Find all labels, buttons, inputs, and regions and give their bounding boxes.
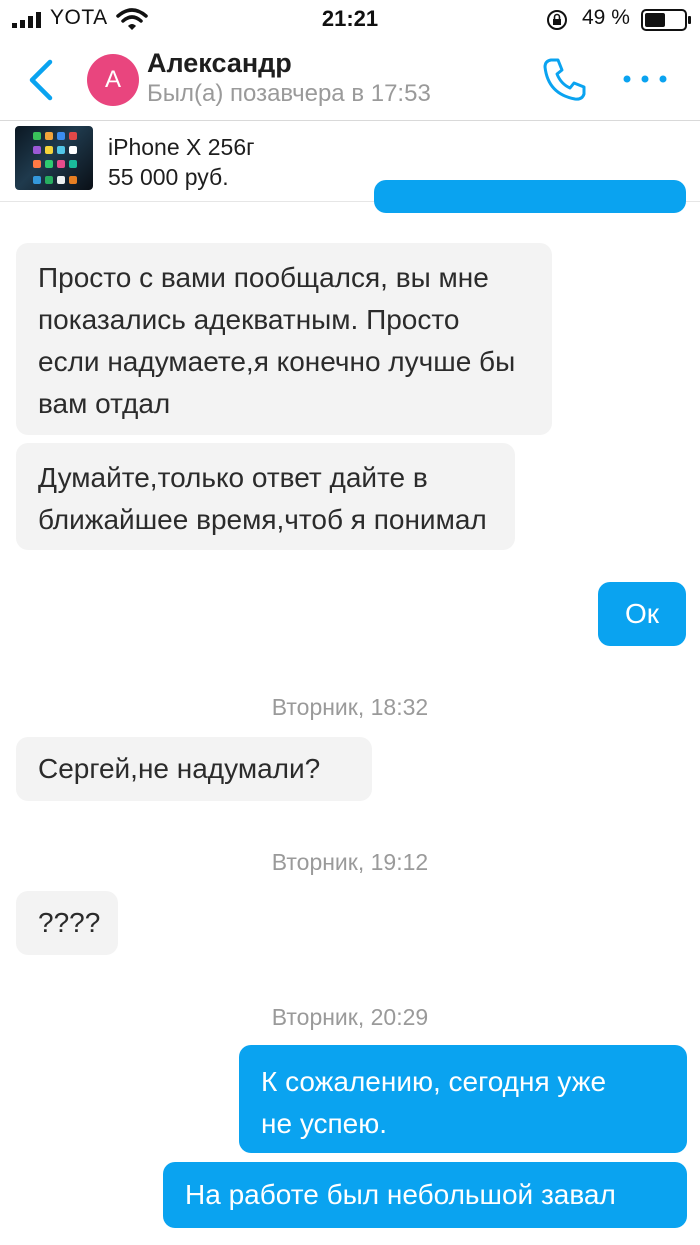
message-text: Ок (624, 598, 660, 629)
message-text: показались адекватным. Просто (38, 304, 460, 335)
avatar[interactable]: А (87, 54, 139, 106)
message-text: На работе был небольшой завал (185, 1179, 616, 1210)
rotation-lock-icon (547, 10, 567, 30)
message-text: Просто с вами пообщался, вы мне (38, 262, 489, 293)
message-text: Думайте,только ответ дайте в (38, 462, 428, 493)
message-bubble-outgoing[interactable]: Ок (598, 582, 686, 646)
date-separator: Вторник, 18:32 (271, 694, 429, 720)
more-options-icon[interactable] (622, 72, 668, 86)
back-arrow-icon[interactable] (26, 58, 56, 102)
product-title[interactable]: iPhone X 256г (108, 134, 255, 161)
message-bubble-outgoing[interactable]: На работе был небольшой завал (163, 1162, 687, 1228)
message-bubble-incoming[interactable]: Сергей,не надумали? (16, 737, 372, 801)
phone-icon[interactable] (542, 56, 588, 102)
contact-last-seen: Был(а) позавчера в 17:53 (147, 80, 431, 107)
chat-header: А Александр Был(а) позавчера в 17:53 (0, 40, 700, 121)
message-text: вам отдал (38, 388, 171, 419)
contact-name[interactable]: Александр (147, 48, 292, 79)
battery-percent: 49 % (582, 6, 630, 29)
status-bar: YOTA 21:21 49 % (0, 0, 700, 40)
message-bubble-outgoing[interactable]: К сожалению, сегодня уже не успею. (239, 1045, 687, 1153)
message-text: ???? (38, 907, 101, 938)
message-bubble-incoming[interactable]: Просто с вами пообщался, вы мне показали… (16, 243, 552, 435)
product-price: 55 000 руб. (108, 164, 229, 190)
message-text: К сожалению, сегодня уже (261, 1066, 607, 1097)
message-bubble-incoming[interactable]: ???? (16, 891, 118, 955)
product-thumbnail[interactable] (15, 126, 93, 190)
date-separator: Вторник, 19:12 (271, 849, 429, 875)
date-separator: Вторник, 20:29 (271, 1004, 429, 1030)
battery-icon (641, 9, 691, 31)
message-text: не успею. (261, 1108, 388, 1139)
message-bubble-outgoing-partial[interactable] (374, 180, 686, 213)
message-text: если надумаете,я конечно лучше бы (38, 346, 516, 377)
message-text: Сергей,не надумали? (38, 753, 321, 784)
message-text: ближайшее время,чтоб я понимал (38, 504, 487, 535)
message-bubble-incoming[interactable]: Думайте,только ответ дайте в ближайшее в… (16, 443, 515, 550)
